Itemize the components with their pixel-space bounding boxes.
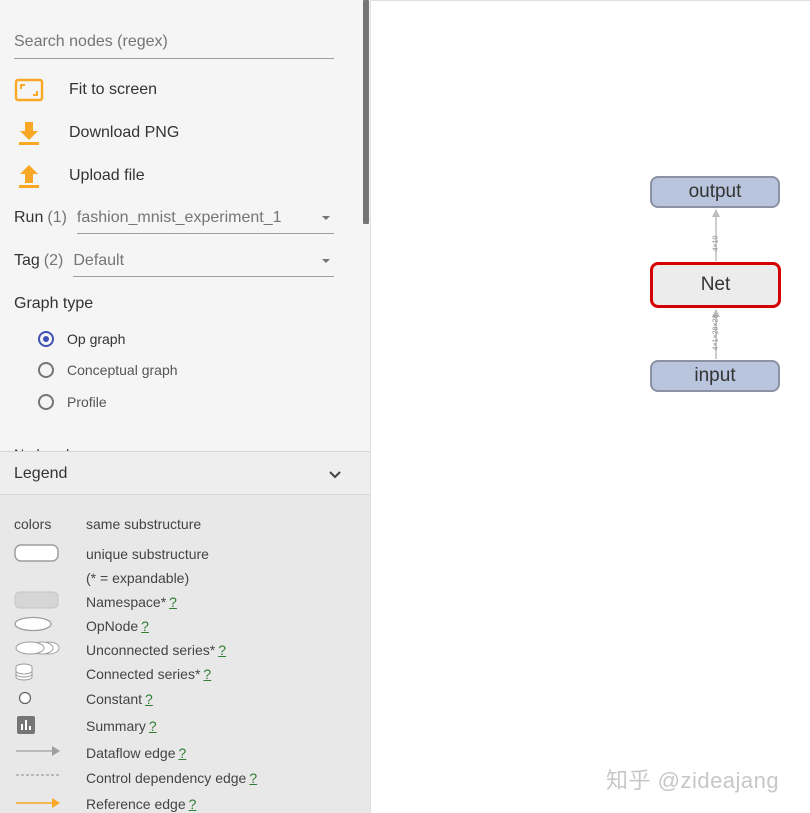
download-icon xyxy=(14,119,46,147)
constant-icon xyxy=(18,691,32,705)
unconnected-help-link[interactable]: ? xyxy=(218,642,226,658)
dropdown-arrow-icon xyxy=(322,215,330,220)
dropdown-arrow-icon xyxy=(322,258,330,263)
legend-expandable-note: (* = expandable) xyxy=(86,570,190,586)
radio-conceptual-graph[interactable]: Conceptual graph xyxy=(38,362,178,378)
namespace-shape-icon xyxy=(14,591,59,609)
legend-unique-substructure: unique substructure xyxy=(86,546,209,562)
summary-icon xyxy=(17,716,35,734)
fit-screen-icon xyxy=(14,76,46,104)
connected-series-icon xyxy=(15,663,33,681)
graph-node-net[interactable]: Net xyxy=(650,262,781,308)
edge-label-bottom-wrap: 4×1×28×28 xyxy=(676,314,756,350)
dataflow-edge-icon xyxy=(16,746,60,756)
edge-label-bottom: 4×1×28×28 xyxy=(712,314,720,350)
run-row: Run (1) fashion_mnist_experiment_1 xyxy=(14,203,334,234)
reference-edge-icon xyxy=(16,798,60,808)
run-select[interactable]: fashion_mnist_experiment_1 xyxy=(76,203,334,234)
unique-substructure-shape-icon xyxy=(14,544,59,562)
graph-node-output[interactable]: output xyxy=(650,176,780,208)
radio-selected-icon xyxy=(38,331,54,347)
tag-select[interactable]: Default xyxy=(73,246,334,277)
edge-label-top-wrap: 4×10 xyxy=(704,223,728,263)
connected-help-link[interactable]: ? xyxy=(203,666,211,682)
chevron-down-icon[interactable] xyxy=(328,467,342,485)
run-label: Run xyxy=(14,209,44,226)
legend-summary: Summary? xyxy=(86,718,157,734)
control-help-link[interactable]: ? xyxy=(249,770,257,786)
legend-reference-edge: Reference edge? xyxy=(86,796,197,812)
namespace-help-link[interactable]: ? xyxy=(169,594,177,610)
legend-unconnected-series: Unconnected series*? xyxy=(86,642,226,658)
tag-select-value: Default xyxy=(73,251,125,269)
fit-to-screen-button[interactable]: Fit to screen xyxy=(14,75,344,105)
graph-type-title: Graph type xyxy=(14,295,94,312)
legend-same-substructure: same substructure xyxy=(86,516,202,532)
upload-icon xyxy=(14,162,46,190)
opnode-shape-icon xyxy=(14,616,52,632)
reference-help-link[interactable]: ? xyxy=(189,796,197,812)
download-png-button[interactable]: Download PNG xyxy=(14,118,344,148)
search-input[interactable]: Search nodes (regex) xyxy=(14,30,334,59)
run-count: (1) xyxy=(47,209,67,226)
radio-conceptual-graph-label: Conceptual graph xyxy=(67,362,178,378)
download-png-label: Download PNG xyxy=(69,124,180,141)
sidebar-scrollbar[interactable] xyxy=(363,0,369,224)
constant-help-link[interactable]: ? xyxy=(145,691,153,707)
legend-namespace: Namespace*? xyxy=(86,594,177,610)
upload-file-label: Upload file xyxy=(69,167,145,184)
fit-to-screen-label: Fit to screen xyxy=(69,81,158,98)
summary-help-link[interactable]: ? xyxy=(149,718,157,734)
legend-colors-label: colors xyxy=(14,516,52,532)
graph-canvas[interactable] xyxy=(371,0,810,813)
radio-op-graph[interactable]: Op graph xyxy=(38,331,125,347)
radio-op-graph-label: Op graph xyxy=(67,331,126,347)
radio-unselected-icon xyxy=(38,362,54,378)
sidebar: Search nodes (regex) Fit to screen Downl… xyxy=(0,0,371,813)
control-dependency-edge-icon xyxy=(16,774,60,776)
unconnected-series-icon xyxy=(15,641,60,655)
radio-profile-label: Profile xyxy=(67,394,107,410)
dataflow-help-link[interactable]: ? xyxy=(179,745,187,761)
watermark: 知乎 @zideajang xyxy=(606,768,780,793)
upload-file-button[interactable]: Upload file xyxy=(14,161,344,191)
tag-count: (2) xyxy=(43,252,64,269)
legend-body: colors same substructure unique substruc… xyxy=(0,495,370,813)
edge-label-top: 4×10 xyxy=(712,235,720,251)
run-select-value: fashion_mnist_experiment_1 xyxy=(76,208,282,226)
legend-connected-series: Connected series*? xyxy=(86,666,212,682)
legend-opnode: OpNode? xyxy=(86,618,149,634)
opnode-help-link[interactable]: ? xyxy=(141,618,149,634)
legend-dataflow-edge: Dataflow edge? xyxy=(86,745,187,761)
radio-unselected-icon xyxy=(38,394,54,410)
tag-label: Tag xyxy=(14,252,40,269)
legend-control-dependency-edge: Control dependency edge? xyxy=(86,770,258,786)
legend-constant: Constant? xyxy=(86,691,153,707)
legend-title: Legend xyxy=(14,465,68,482)
edge-arrowhead-icon xyxy=(712,209,720,217)
radio-profile[interactable]: Profile xyxy=(38,394,107,410)
graph-node-input[interactable]: input xyxy=(650,360,780,392)
tag-row: Tag (2) Default xyxy=(14,246,334,277)
legend-header[interactable]: Legend xyxy=(0,451,370,495)
